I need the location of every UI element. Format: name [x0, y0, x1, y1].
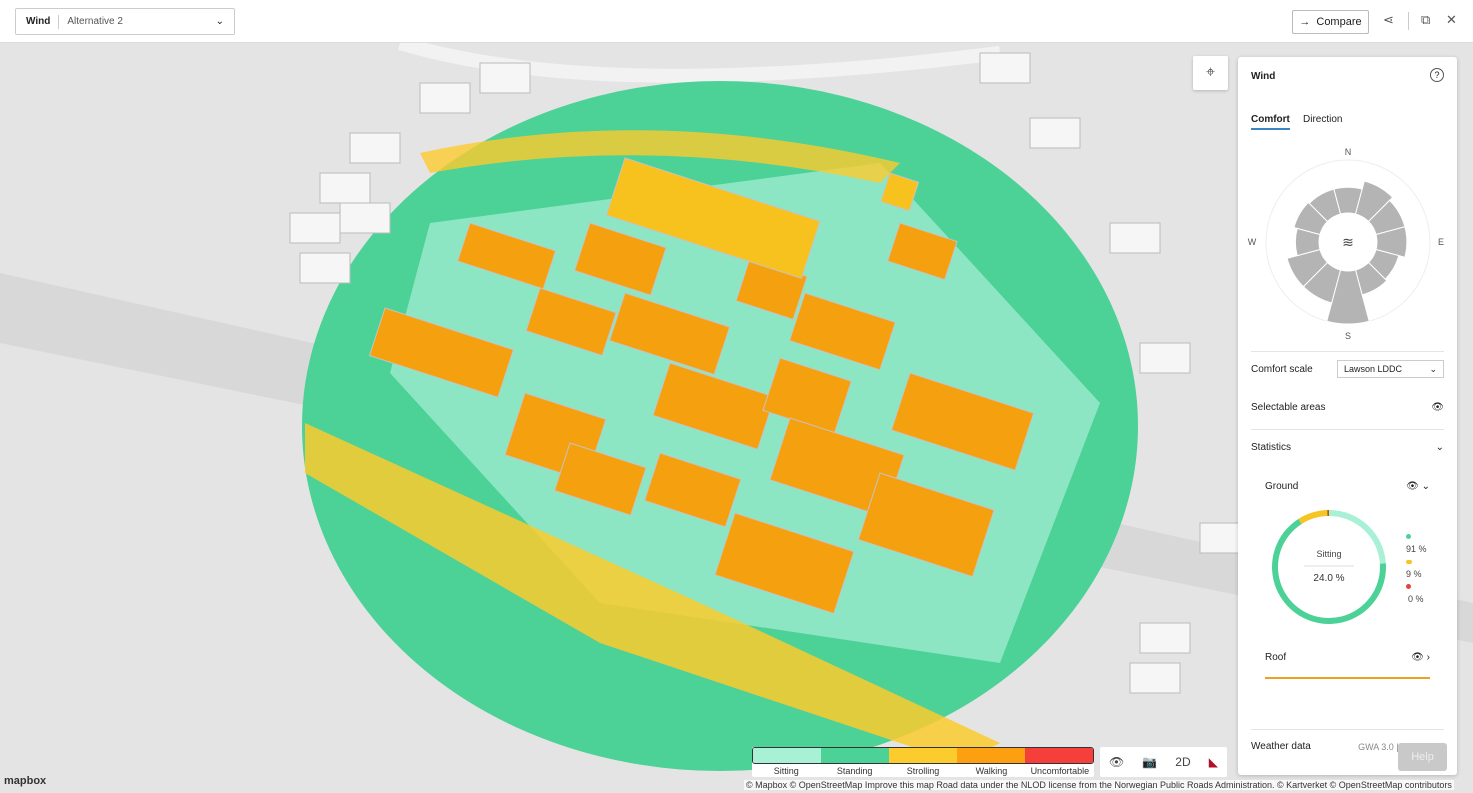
mapbox-logo: mapbox — [4, 775, 47, 787]
arrow-right-icon: → — [1299, 16, 1311, 28]
donut-center-label: Sitting — [1316, 549, 1341, 559]
divider — [58, 14, 60, 29]
donut-center-value: 24.0 % — [1313, 573, 1344, 584]
top-bar: Wind Alternative 2 ⌄ → Compare ⋖ ⧉ ✕ — [0, 0, 1473, 43]
help-button[interactable]: Help — [1398, 743, 1447, 771]
context-building — [319, 172, 371, 204]
legend-value: 9 % — [1406, 568, 1422, 579]
legend-label: Uncomfortable — [1030, 766, 1090, 776]
context-building — [1129, 662, 1181, 694]
context-building — [349, 132, 401, 164]
context-building — [289, 212, 341, 244]
roof-label: Roof — [1265, 652, 1287, 663]
chevron-right-icon[interactable]: › — [1427, 652, 1430, 663]
legend-bar — [752, 747, 1094, 764]
context-building — [339, 202, 391, 234]
alternative-label: Alternative 2 — [67, 16, 123, 27]
chevron-down-icon[interactable]: ⌄ — [1422, 481, 1430, 492]
comfort-scale-label: Comfort scale — [1251, 363, 1313, 375]
close-icon[interactable]: ✕ — [1446, 12, 1457, 28]
context-building — [479, 62, 531, 94]
context-building — [1139, 622, 1191, 654]
divider — [1408, 12, 1409, 30]
divider — [1251, 429, 1444, 430]
chevron-down-icon: ⌄ — [215, 16, 224, 27]
donut-segment[interactable] — [1298, 510, 1328, 524]
divider — [1251, 351, 1444, 352]
wind-icon: ≋ — [1342, 234, 1354, 250]
rose-e: E — [1438, 237, 1444, 247]
camera-icon[interactable]: 📷 — [1142, 755, 1157, 769]
share-icon[interactable]: ⋖ — [1383, 12, 1394, 28]
donut-segment[interactable] — [1327, 510, 1329, 517]
selectable-areas-label: Selectable areas — [1251, 402, 1326, 413]
ground-donut-chart: Sitting 24.0 % — [1272, 510, 1386, 624]
rose-w: W — [1248, 237, 1257, 247]
compare-button[interactable]: → Compare — [1292, 10, 1369, 34]
legend-label: Standing — [836, 766, 873, 776]
legend-value: 91 % — [1406, 543, 1427, 554]
comfort-legend: Sitting Standing Strolling Walking Uncomfort… — [752, 747, 1094, 777]
divider — [1251, 729, 1444, 730]
context-building — [1029, 117, 1081, 149]
legend-label: Walking — [975, 766, 1008, 776]
context-building — [419, 82, 471, 114]
eye-icon[interactable]: 👁 — [1406, 481, 1419, 492]
legend-label: Strolling — [906, 766, 940, 776]
wind-panel: Wind ? Comfort Direction N E S W ≋ Comfo… — [1238, 57, 1457, 775]
legend-value: 0 % — [1408, 593, 1424, 604]
legend-swatch-strolling — [889, 748, 957, 763]
chevron-down-icon: ⌄ — [1429, 363, 1437, 374]
alternative-selector[interactable]: Wind Alternative 2 ⌄ — [15, 8, 235, 35]
popout-icon[interactable]: ⧉ — [1421, 12, 1430, 28]
context-building — [979, 52, 1031, 84]
wind-rose: N E S W ≋ — [1248, 147, 1444, 341]
ground-label: Ground — [1265, 481, 1299, 492]
comfort-scale-select[interactable]: Lawson LDDC ⌄ — [1337, 360, 1444, 378]
context-building — [299, 252, 351, 284]
roof-bar — [1265, 677, 1430, 679]
comfort-scale-value: Lawson LDDC — [1344, 364, 1403, 374]
eye-icon[interactable]: 👁 — [1109, 755, 1124, 769]
legend-dot — [1406, 534, 1411, 539]
legend-dot — [1406, 584, 1411, 589]
statistics-label: Statistics — [1251, 442, 1292, 453]
map-attribution[interactable]: © Mapbox © OpenStreetMap Improve this ma… — [744, 780, 1454, 790]
module-label: Wind — [26, 16, 51, 27]
context-building — [1109, 222, 1161, 254]
context-building — [1139, 342, 1191, 374]
eye-icon[interactable]: 👁 — [1411, 652, 1424, 663]
weather-data-label: Weather data — [1251, 741, 1311, 752]
view-mode-toggle[interactable]: 2D — [1175, 755, 1190, 769]
legend-swatch-standing — [821, 748, 889, 763]
eye-icon[interactable]: 👁 — [1431, 402, 1444, 413]
tab-direction[interactable]: Direction — [1303, 114, 1342, 125]
ground-legend: 91 % 9 % 0 % — [1406, 530, 1427, 605]
legend-swatch-uncomfortable — [1025, 748, 1093, 763]
legend-label: Sitting — [773, 766, 799, 776]
compass-icon[interactable]: ◣ — [1209, 755, 1218, 769]
tab-comfort[interactable]: Comfort — [1251, 114, 1290, 130]
help-icon[interactable]: ? — [1430, 68, 1444, 82]
rose-n: N — [1345, 147, 1352, 157]
panel-title: Wind — [1251, 71, 1276, 82]
map-tools: 👁 📷 2D ◣ — [1100, 747, 1227, 777]
chevron-down-icon[interactable]: ⌄ — [1436, 442, 1444, 453]
legend-swatch-walking — [957, 748, 1025, 763]
legend-swatch-sitting — [753, 748, 821, 763]
crosshair-icon: ⌖ — [1205, 64, 1215, 81]
compare-label: Compare — [1316, 16, 1362, 28]
locate-button[interactable]: ⌖ — [1193, 56, 1228, 90]
rose-s: S — [1345, 331, 1351, 341]
legend-dot — [1406, 560, 1412, 564]
